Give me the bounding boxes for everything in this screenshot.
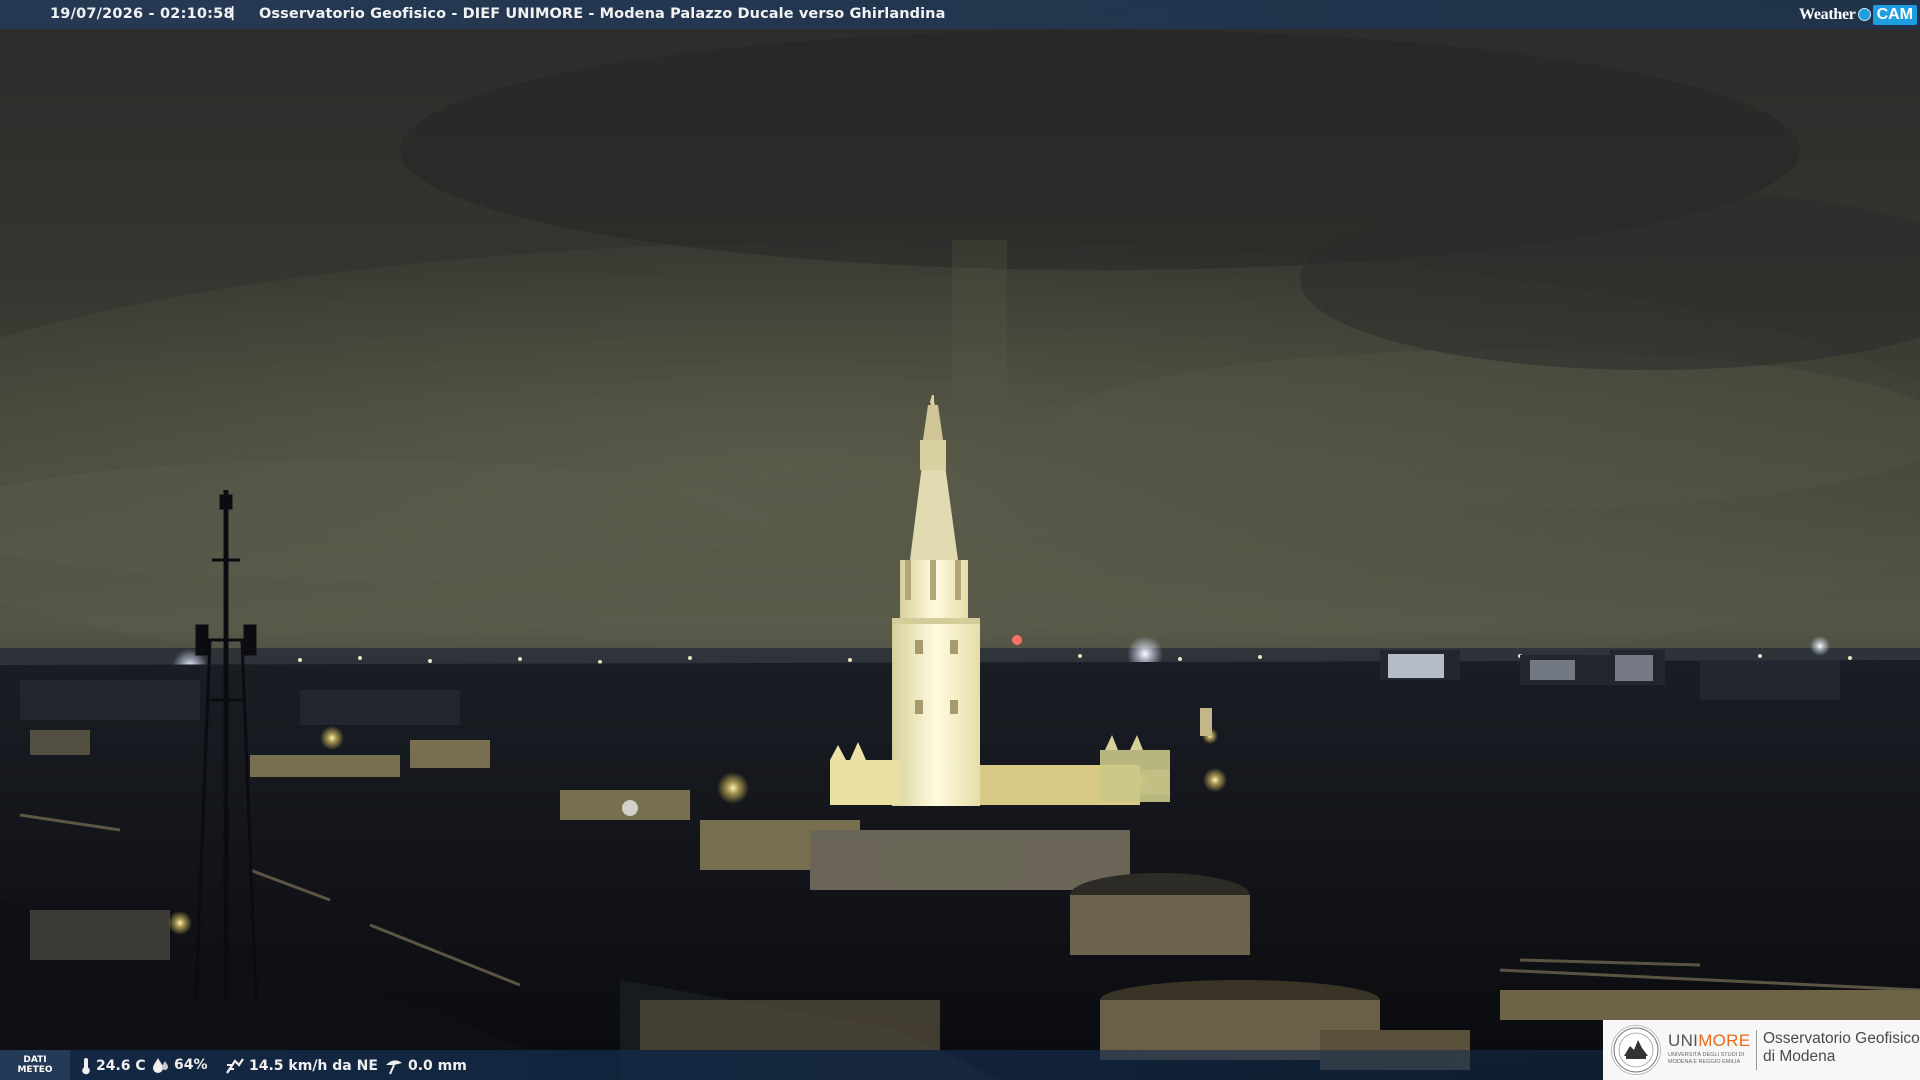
humidity-value: 64% [174, 1057, 208, 1073]
weathercam-logo-cam: CAM [1872, 4, 1917, 25]
logo-divider [1756, 1030, 1757, 1070]
temperature-value: 24.6 C [96, 1058, 146, 1074]
meteo-label: DATI METEO [0, 1050, 70, 1080]
wind-icon [226, 1058, 244, 1074]
meteo-rain: 0.0 mm [384, 1057, 467, 1075]
unimore-wordmark-more: MORE [1698, 1031, 1751, 1050]
unimore-subtitle: UNIVERSITÀ DEGLI STUDI DI MODENA E REGGI… [1668, 1052, 1745, 1065]
unimore-logo-panel: UNIMORE UNIVERSITÀ DEGLI STUDI DI MODENA… [1603, 1020, 1920, 1080]
unimore-wordmark-uni: UNI [1668, 1031, 1699, 1050]
weathercam-logo: Weather CAM [1799, 2, 1917, 27]
top-caption-bar: 19/07/2026 - 02:10:58 | Osservatorio Geo… [0, 0, 1920, 29]
meteo-data-bar: DATI METEO 24.6 C 64% 14.5 km/h da NE 0.… [0, 1050, 1603, 1080]
humidity-drop-icon [153, 1058, 168, 1073]
wind-value: 14.5 km/h da NE [249, 1058, 378, 1074]
timestamp: 19/07/2026 - 02:10:58 [50, 6, 234, 22]
rain-gauge-icon [386, 1060, 402, 1075]
camera-caption: Osservatorio Geofisico - DIEF UNIMORE - … [259, 6, 946, 22]
thermometer-icon [82, 1058, 90, 1075]
weathercam-dot-icon [1857, 8, 1871, 21]
caption-separator: | [230, 5, 236, 21]
night-city-scene [0, 0, 1920, 1080]
meteo-label-line2: METEO [17, 1065, 53, 1075]
observatory-name-line2: di Modena [1763, 1048, 1836, 1065]
weathercam-logo-weather: Weather [1799, 5, 1856, 23]
observatory-name: Osservatorio Geofisico di Modena [1763, 1030, 1920, 1066]
unimore-seal-icon [1611, 1025, 1661, 1075]
meteo-wind: 14.5 km/h da NE [225, 1057, 378, 1075]
meteo-temperature: 24.6 C [80, 1057, 146, 1075]
rain-value: 0.0 mm [408, 1058, 467, 1074]
meteo-label-line1: DATI [23, 1055, 47, 1065]
observatory-name-line1: Osservatorio Geofisico [1763, 1030, 1920, 1047]
meteo-humidity: 64% [152, 1057, 208, 1073]
unimore-wordmark: UNIMORE [1668, 1031, 1750, 1051]
webcam-frame: 19/07/2026 - 02:10:58 | Osservatorio Geo… [0, 0, 1920, 1080]
